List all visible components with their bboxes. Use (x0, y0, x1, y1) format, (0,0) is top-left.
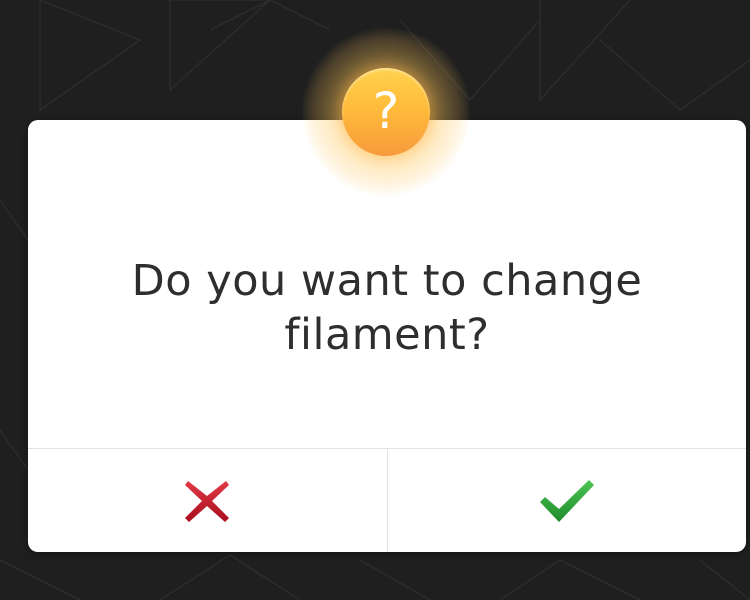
checkmark-icon (539, 480, 594, 522)
confirm-button[interactable] (386, 449, 747, 552)
dialog-actions (28, 448, 746, 552)
cancel-button[interactable] (28, 449, 387, 552)
close-icon (185, 481, 230, 522)
dialog-message-line-1: Do you want to change (131, 256, 643, 306)
question-mark-glyph: ? (372, 82, 400, 140)
dialog-message: Do you want to change filament? (28, 254, 746, 362)
question-badge-icon: ? (342, 68, 430, 156)
dialog-message-line-2: filament? (284, 310, 490, 360)
